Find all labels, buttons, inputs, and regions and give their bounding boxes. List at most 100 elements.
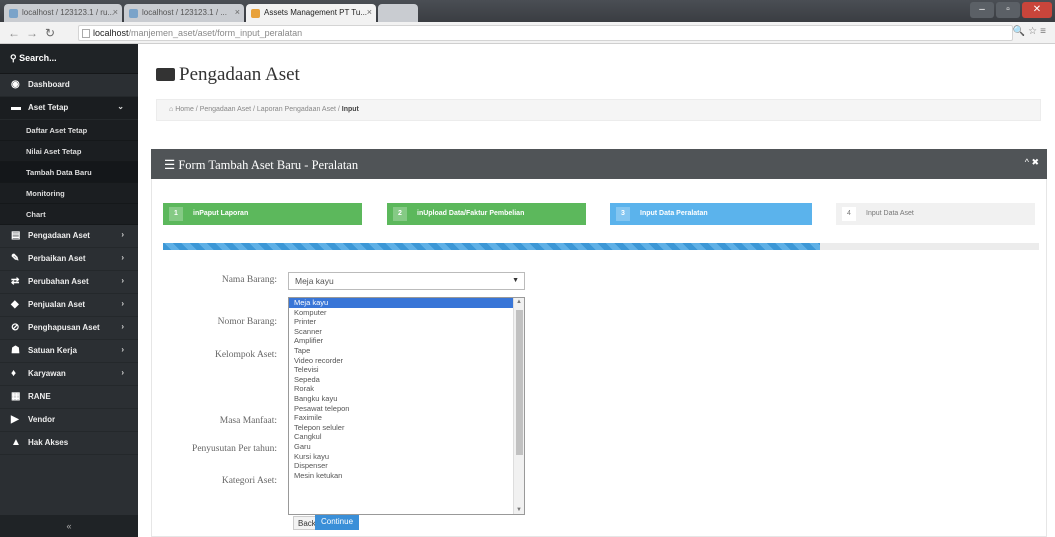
wrench-icon: ✎ bbox=[11, 253, 20, 264]
minimize-icon[interactable]: – bbox=[970, 2, 994, 18]
dropdown-option[interactable]: Cangkul bbox=[289, 432, 524, 442]
dropdown-option[interactable]: Scanner bbox=[289, 327, 524, 337]
wizard-step-4[interactable]: 4 Input Data Aset bbox=[836, 203, 1035, 225]
sidebar-item-penjualan[interactable]: ◆ Penjualan Aset › bbox=[0, 294, 138, 317]
dropdown-option[interactable]: Kursi kayu bbox=[289, 452, 524, 462]
sidebar-item-karyawan[interactable]: ♦ Karyawan › bbox=[0, 363, 138, 386]
dropdown-option[interactable]: Video recorder bbox=[289, 356, 524, 366]
breadcrumb-current: Input bbox=[341, 106, 359, 113]
sidebar-subitem-chart[interactable]: Chart bbox=[0, 204, 138, 225]
dropdown-scrollbar[interactable]: ▲ ▼ bbox=[513, 298, 524, 514]
sidebar-item-vendor[interactable]: ▶ Vendor bbox=[0, 409, 138, 432]
label-penyusutan: Penyusutan Per tahun: bbox=[192, 444, 277, 454]
dropdown-option[interactable]: Sepeda bbox=[289, 375, 524, 385]
browser-tab-3[interactable]: Assets Management PT Tu... × bbox=[246, 4, 376, 22]
forward-icon[interactable]: → bbox=[24, 25, 40, 41]
reload-icon[interactable]: ↻ bbox=[42, 25, 58, 41]
panel-header: ☰ Form Tambah Aset Baru - Peralatan ^ ✖ bbox=[151, 149, 1047, 179]
scroll-up-icon[interactable]: ▲ bbox=[516, 299, 522, 305]
label-kelompok-aset: Kelompok Aset: bbox=[214, 350, 277, 360]
dropdown-option[interactable]: Garu bbox=[289, 442, 524, 452]
nama-barang-select[interactable]: Meja kayu ▼ bbox=[288, 272, 525, 290]
sidebar-item-pengadaan[interactable]: ▤ Pengadaan Aset › bbox=[0, 225, 138, 248]
close-window-icon[interactable]: ✕ bbox=[1022, 2, 1052, 18]
breadcrumb-path[interactable]: Home / Pengadaan Aset / Laporan Pengadaa… bbox=[175, 106, 342, 113]
dropdown-option[interactable]: Dispenser bbox=[289, 461, 524, 471]
sidebar-subitem-tambah[interactable]: Tambah Data Baru bbox=[0, 162, 138, 183]
scrollbar-thumb[interactable] bbox=[516, 310, 523, 455]
new-tab-button[interactable] bbox=[378, 4, 418, 22]
page-title: Pengadaan Aset bbox=[156, 64, 300, 86]
briefcase-icon: ▬ bbox=[11, 102, 21, 113]
dropdown-option[interactable]: Tape bbox=[289, 346, 524, 356]
dropdown-option[interactable]: Televisi bbox=[289, 365, 524, 375]
chevron-right-icon: › bbox=[121, 276, 124, 285]
dropdown-option[interactable]: Pesawat telepon bbox=[289, 404, 524, 414]
sidebar-item-satuan-kerja[interactable]: ☗ Satuan Kerja › bbox=[0, 340, 138, 363]
continue-button[interactable]: Continue bbox=[315, 515, 360, 530]
breadcrumb: ⌂ Home / Pengadaan Aset / Laporan Pengad… bbox=[156, 99, 1041, 121]
dropdown-option[interactable]: Rorak bbox=[289, 384, 524, 394]
address-bar[interactable]: localhost/manjemen_aset/aset/form_input_… bbox=[78, 25, 1013, 41]
truck-icon: ▶ bbox=[11, 414, 19, 425]
browser-tab-1[interactable]: localhost / 123123.1 / ru... × bbox=[4, 4, 122, 22]
collapse-icon: « bbox=[66, 521, 72, 531]
dropdown-option[interactable]: Amplifier bbox=[289, 336, 524, 346]
chevron-right-icon: › bbox=[121, 253, 124, 262]
users-icon: ☗ bbox=[11, 345, 20, 356]
dropdown-option[interactable]: Meja kayu bbox=[289, 298, 524, 308]
dropdown-option[interactable]: Komputer bbox=[289, 308, 524, 318]
sidebar-item-hak-akses[interactable]: ▲ Hak Akses bbox=[0, 432, 138, 455]
wizard-step-1[interactable]: 1 inPaput Laporan bbox=[163, 203, 362, 225]
dashboard-icon: ◉ bbox=[11, 79, 20, 90]
maximize-icon[interactable]: ▫ bbox=[996, 2, 1020, 18]
user-icon: ♦ bbox=[11, 368, 17, 379]
sidebar-subitem-nilai[interactable]: Nilai Aset Tetap bbox=[0, 141, 138, 162]
tab-close-icon[interactable]: × bbox=[367, 7, 372, 17]
wizard-step-3[interactable]: 3 Input Data Peralatan bbox=[610, 203, 812, 225]
sidebar: ⚲ Search... ◉ Dashboard ▬ Aset Tetap ⌄ Daft… bbox=[0, 44, 138, 537]
dropdown-option[interactable]: Bangku kayu bbox=[289, 394, 524, 404]
nama-barang-dropdown[interactable]: Meja kayu Komputer Printer Scanner Ampli… bbox=[288, 297, 525, 515]
panel-body: 1 inPaput Laporan 2 inUpload Data/Faktur P… bbox=[151, 179, 1047, 537]
browser-toolbar: ← → ↻ localhost/manjemen_aset/aset/form_… bbox=[0, 22, 1055, 44]
briefcase-icon bbox=[156, 68, 175, 81]
sidebar-item-perubahan[interactable]: ⇄ Perubahan Aset › bbox=[0, 271, 138, 294]
tab-close-icon[interactable]: × bbox=[235, 7, 240, 17]
dropdown-option[interactable]: Mesin ketukan bbox=[289, 471, 524, 481]
sidebar-collapse-button[interactable]: « bbox=[0, 515, 138, 537]
label-nomor-barang: Nomor Barang: bbox=[217, 317, 277, 327]
dropdown-option[interactable]: Faximile bbox=[289, 413, 524, 423]
scroll-down-icon[interactable]: ▼ bbox=[516, 507, 522, 513]
back-icon[interactable]: ← bbox=[6, 25, 22, 41]
browser-tabbar: localhost / 123123.1 / ru... × localhost … bbox=[0, 0, 1055, 22]
toolbar-icons[interactable]: 🔍☆≡ bbox=[1013, 26, 1049, 37]
wizard-step-2[interactable]: 2 inUpload Data/Faktur Pembelian bbox=[387, 203, 586, 225]
chevron-right-icon: › bbox=[121, 368, 124, 377]
tab-close-icon[interactable]: × bbox=[113, 7, 118, 17]
list-icon: ▦ bbox=[11, 391, 21, 402]
chevron-right-icon: › bbox=[121, 322, 124, 331]
sidebar-subitem-daftar[interactable]: Daftar Aset Tetap bbox=[0, 120, 138, 141]
sidebar-item-aset-tetap[interactable]: ▬ Aset Tetap ⌄ bbox=[0, 97, 138, 120]
browser-tab-2[interactable]: localhost / 123123.1 / ... × bbox=[124, 4, 244, 22]
caret-down-icon: ▼ bbox=[512, 277, 519, 284]
sidebar-item-penghapusan[interactable]: ⊘ Penghapusan Aset › bbox=[0, 317, 138, 340]
sidebar-item-dashboard[interactable]: ◉ Dashboard bbox=[0, 74, 138, 97]
sidebar-submenu: Daftar Aset Tetap Nilai Aset Tetap Tamba… bbox=[0, 120, 138, 225]
bars-icon: ☰ bbox=[164, 158, 179, 172]
page-icon bbox=[82, 29, 90, 38]
panel-controls[interactable]: ^ ✖ bbox=[1025, 157, 1039, 168]
sidebar-subitem-monitoring[interactable]: Monitoring bbox=[0, 183, 138, 204]
dropdown-option[interactable]: Printer bbox=[289, 317, 524, 327]
sidebar-search[interactable]: ⚲ Search... bbox=[0, 44, 138, 74]
dropdown-option[interactable]: Telepon seluler bbox=[289, 423, 524, 433]
search-icon: ⚲ bbox=[10, 53, 20, 63]
exchange-icon: ⇄ bbox=[11, 276, 20, 287]
sidebar-item-rane[interactable]: ▦ RANE bbox=[0, 386, 138, 409]
label-masa-manfaat: Masa Manfaat: bbox=[219, 416, 277, 426]
chevron-right-icon: › bbox=[121, 345, 124, 354]
user-lock-icon: ▲ bbox=[11, 437, 21, 448]
sidebar-item-perbaikan[interactable]: ✎ Perbaikan Aset › bbox=[0, 248, 138, 271]
panel-title: Form Tambah Aset Baru - Peralatan bbox=[178, 158, 359, 172]
